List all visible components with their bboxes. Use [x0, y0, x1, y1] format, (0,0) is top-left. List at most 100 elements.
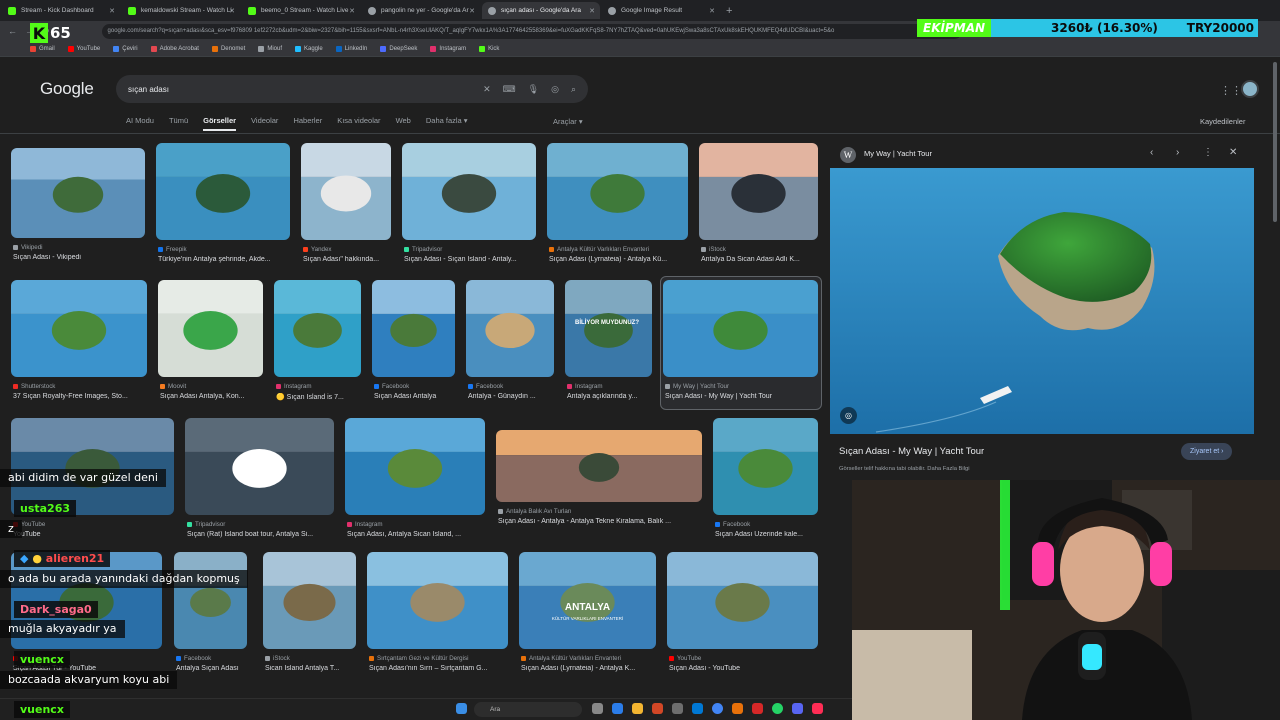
taskbar-search[interactable]: Ara [474, 702, 582, 717]
result-thumbnail[interactable] [663, 280, 818, 377]
tab-short-videos[interactable]: Kısa videolar [337, 116, 380, 131]
result-thumbnail[interactable] [367, 552, 508, 649]
preview-caption[interactable]: Sıçan Adası - My Way | Yacht Tour [839, 446, 984, 457]
result-title[interactable]: Sıçan Adası (Lyrnateia) - Antalya K... [521, 665, 656, 672]
result-source[interactable]: Tripadvisor [404, 246, 536, 253]
office-icon[interactable] [652, 703, 663, 714]
result-thumbnail[interactable] [158, 280, 263, 377]
result-thumbnail[interactable] [519, 552, 656, 649]
explorer-icon[interactable] [632, 703, 643, 714]
store-icon[interactable] [692, 703, 703, 714]
result-thumbnail[interactable] [565, 280, 652, 377]
result-title[interactable]: Türkiye'nin Antalya şehrinde, Akde... [158, 256, 290, 263]
url-field[interactable]: google.com/search?q=sıçan+adası&sca_esv=… [101, 23, 962, 39]
bookmark-instagram[interactable]: Instagram [430, 45, 466, 52]
page-scrollbar[interactable] [1273, 62, 1277, 222]
bookmark-kaggle[interactable]: Kaggle [295, 45, 323, 52]
bookmark-gmail[interactable]: Gmail [30, 45, 55, 52]
result-title[interactable]: Sıçan Adası - Vikipedi [13, 254, 145, 261]
tab-ai-mode[interactable]: AI Modu [126, 116, 154, 131]
result-source[interactable]: Vikipedi [13, 244, 145, 251]
prev-icon[interactable]: ‹ [1150, 147, 1153, 158]
browser-tab-4[interactable]: sıçan adası - Google'da Ara ✕ [482, 2, 600, 19]
bookmark-miouf[interactable]: Miouf [258, 45, 282, 52]
tab-videos[interactable]: Videolar [251, 116, 278, 131]
result-thumbnail[interactable] [185, 418, 334, 515]
image-result[interactable]: Moovit Sıçan Adası Antalya, Kon... [158, 280, 263, 407]
image-result[interactable]: Tripadvisor Sıçan (Rat) Island boat tour,… [185, 418, 334, 545]
image-result[interactable]: Facebook Sıçan Adası Üzerinde kale... [713, 418, 818, 545]
result-source[interactable]: iStock [265, 655, 356, 662]
result-thumbnail[interactable] [402, 143, 536, 240]
visit-button[interactable]: Ziyaret et › [1181, 443, 1233, 460]
result-title[interactable]: Sican Island Antalya T... [265, 665, 356, 672]
image-result[interactable]: iStock Sican Island Antalya T... [263, 552, 356, 679]
result-thumbnail[interactable] [301, 143, 391, 240]
bookmark-youtube[interactable]: YouTube [67, 45, 100, 52]
result-title[interactable]: Sıçan Adası - Antalya - Antalya Tekne Ki… [498, 518, 702, 525]
close-tab-icon[interactable]: ✕ [469, 7, 475, 15]
keyboard-icon[interactable]: ⌨ [503, 84, 516, 95]
image-result[interactable]: Antalya Kültür Varlıkları Envanteri Sıçan… [519, 552, 656, 679]
result-thumbnail[interactable] [174, 552, 247, 649]
image-result[interactable]: Instagram Sıçan Adası, Antalya Sican Isla… [345, 418, 485, 545]
result-thumbnail[interactable] [547, 143, 688, 240]
image-result[interactable]: YouTube Sıçan Adası - YouTube [667, 552, 818, 679]
result-title[interactable]: Antalya - Günaydın ... [468, 393, 554, 400]
bookmark-deepseek[interactable]: DeepSeek [380, 45, 417, 52]
result-source[interactable]: Antalya Kültür Varlıkları Envanteri [549, 246, 688, 253]
tab-images[interactable]: Görseller [203, 116, 237, 131]
result-source[interactable]: YouTube [13, 521, 174, 528]
result-source[interactable]: Antalya Balık Avı Turları [498, 508, 702, 515]
result-title[interactable]: Sıçan Adası, Antalya Sican Island, ... [347, 531, 485, 538]
result-thumbnail[interactable] [274, 280, 361, 377]
image-result[interactable]: iStock Antalya Da Sican Adasi Adlı K... [699, 143, 818, 270]
avatar[interactable] [1241, 80, 1259, 98]
browser-tab-5[interactable]: Google Image Result ✕ [602, 2, 720, 19]
result-thumbnail[interactable] [263, 552, 356, 649]
app-icon[interactable] [732, 703, 743, 714]
tab-web[interactable]: Web [396, 116, 411, 131]
browser-tab-1[interactable]: kemaldowski Stream - Watch Li ✕ [122, 2, 240, 19]
result-source[interactable]: Sırtçantam Gezi ve Kültür Dergisi [369, 655, 508, 662]
result-title[interactable]: Antalya Sıçan Adası [176, 665, 247, 672]
result-thumbnail[interactable] [156, 143, 290, 240]
edge-icon[interactable] [612, 703, 623, 714]
clear-icon[interactable]: ✕ [483, 84, 491, 95]
result-thumbnail[interactable] [466, 280, 554, 377]
more-icon[interactable]: ⋮ [1203, 147, 1213, 158]
taskview-icon[interactable] [592, 703, 603, 714]
search-input[interactable]: sıçan adası [128, 85, 483, 94]
result-source[interactable]: Facebook [468, 383, 554, 390]
result-source[interactable]: Shutterstock [13, 383, 147, 390]
result-source[interactable]: Yandex [303, 246, 391, 253]
result-title[interactable]: Sıçan Adası Antalya, Kon... [160, 393, 263, 400]
image-result[interactable]: Shutterstock 37 Sıçan Royalty-Free Images… [11, 280, 147, 407]
bookmark-linkedin[interactable]: LinkedIn [335, 45, 367, 52]
saved-button[interactable]: Kaydedilenler [1200, 117, 1245, 126]
result-source[interactable]: Instagram [276, 383, 361, 390]
result-source[interactable]: Freepik [158, 246, 290, 253]
result-thumbnail[interactable] [713, 418, 818, 515]
mic-icon[interactable]: 🎙 [528, 84, 539, 95]
result-title[interactable]: 37 Sıçan Royalty-Free Images, Sto... [13, 393, 147, 400]
image-result[interactable]: Antalya Kültür Varlıkları Envanteri Sıçan… [547, 143, 688, 270]
image-result[interactable]: Instagram Antalya açıklarında y... BİLİYOR… [565, 280, 652, 407]
image-result[interactable]: My Way | Yacht Tour Sıçan Adası - My Way … [663, 280, 818, 407]
tab-more[interactable]: Daha fazla ▾ [426, 116, 468, 131]
result-source[interactable]: My Way | Yacht Tour [665, 383, 818, 390]
result-title[interactable]: Sıçan Adası - My Way | Yacht Tour [665, 393, 818, 400]
close-tab-icon[interactable]: ✕ [709, 7, 715, 15]
new-tab-button[interactable]: + [726, 5, 732, 17]
image-result[interactable]: Tripadvisor Sıçan Adası - Sıçan Island - … [402, 143, 536, 270]
bookmark-kick[interactable]: Kick [479, 45, 499, 52]
browser-tab-0[interactable]: Stream - Kick Dashboard ✕ [2, 2, 120, 19]
result-thumbnail[interactable] [11, 280, 147, 377]
result-thumbnail[interactable] [372, 280, 455, 377]
close-tab-icon[interactable]: ✕ [589, 7, 595, 15]
close-tab-icon[interactable]: ✕ [349, 7, 355, 15]
image-result[interactable]: Sırtçantam Gezi ve Kültür Dergisi Sıçan A… [367, 552, 508, 679]
result-title[interactable]: Sıçan Adası (Lyrnateia) - Antalya Kü... [549, 256, 688, 263]
result-title[interactable]: Antalya açıklarında y... [567, 393, 652, 400]
result-thumbnail[interactable] [345, 418, 485, 515]
